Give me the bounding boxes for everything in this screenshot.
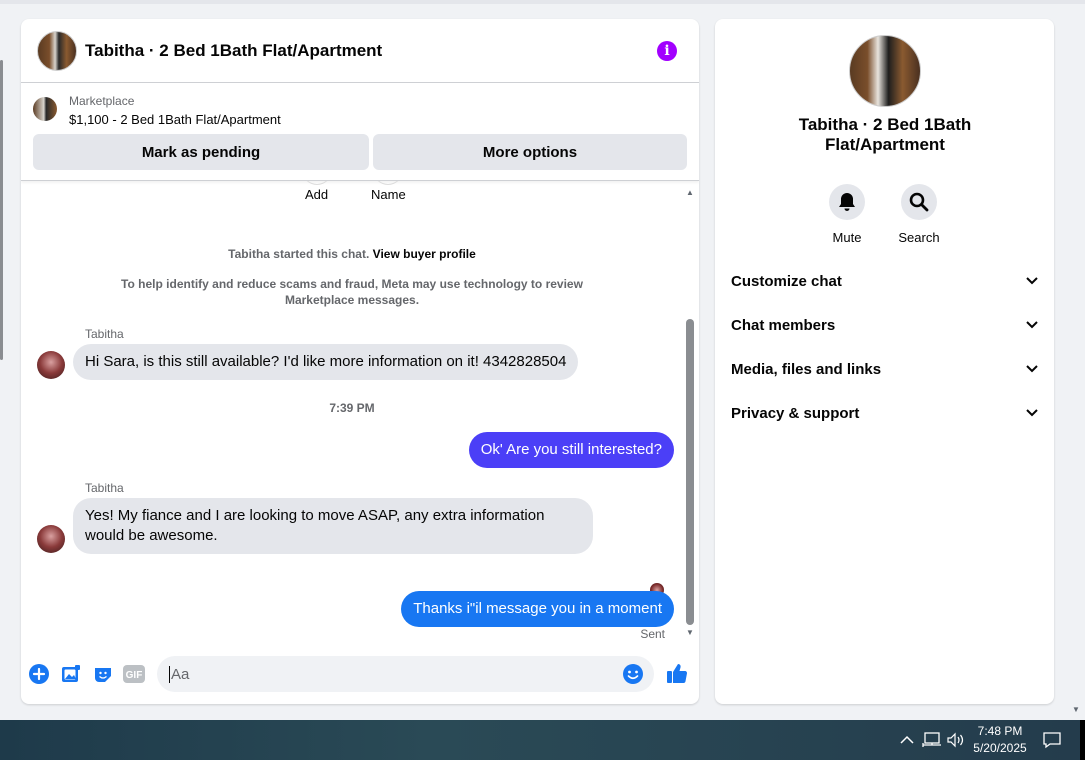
scroll-down-arrow-icon[interactable]: ▼ xyxy=(686,629,694,637)
sent-status: Sent xyxy=(640,627,665,641)
name-action-circle[interactable] xyxy=(373,181,403,185)
notifications-icon[interactable] xyxy=(1042,720,1062,760)
listing-avatar[interactable] xyxy=(37,30,77,71)
section-label: Privacy & support xyxy=(731,404,860,422)
incoming-message[interactable]: Yes! My fiance and I are looking to move… xyxy=(73,498,593,554)
thumbs-up-icon[interactable] xyxy=(665,661,689,685)
add-action-label[interactable]: Add xyxy=(305,187,328,202)
message-input[interactable]: Aa xyxy=(157,656,654,692)
search-icon[interactable] xyxy=(901,184,937,220)
chat-title[interactable]: Tabitha · 2 Bed 1Bath Flat/Apartment xyxy=(85,41,382,61)
window-top-edge xyxy=(0,0,1085,4)
outgoing-message[interactable]: Ok' Are you still interested? xyxy=(468,432,674,468)
message-input-placeholder: Aa xyxy=(171,665,190,683)
listing-title[interactable]: $1,100 - 2 Bed 1Bath Flat/Apartment xyxy=(69,112,281,127)
media-files-links-section[interactable]: Media, files and links xyxy=(731,357,1038,381)
mark-as-pending-button[interactable]: Mark as pending xyxy=(33,134,369,170)
chat-header: Tabitha · 2 Bed 1Bath Flat/Apartment i xyxy=(21,19,699,83)
customize-chat-section[interactable]: Customize chat xyxy=(731,269,1038,293)
incoming-message[interactable]: Hi Sara, is this still available? I'd li… xyxy=(73,344,579,380)
gif-icon[interactable]: GIF xyxy=(123,663,145,685)
mute-button[interactable]: Mute xyxy=(817,184,877,245)
sender-name: Tabitha xyxy=(85,327,124,341)
chevron-down-icon xyxy=(1026,277,1038,285)
volume-icon[interactable] xyxy=(946,720,966,760)
add-action-circle[interactable] xyxy=(302,181,332,185)
info-icon[interactable]: i xyxy=(657,41,677,61)
outgoing-message[interactable]: Thanks i"il message you in a moment xyxy=(401,591,674,627)
show-desktop-button[interactable] xyxy=(1080,720,1085,760)
mute-label: Mute xyxy=(832,230,862,245)
search-button[interactable]: Search xyxy=(889,184,949,245)
chat-members-section[interactable]: Chat members xyxy=(731,313,1038,337)
windows-taskbar: 7:48 PM 5/20/2025 xyxy=(0,720,1085,760)
message-timestamp: 7:39 PM xyxy=(329,401,375,415)
emoji-icon[interactable] xyxy=(622,663,644,685)
network-icon[interactable] xyxy=(922,720,942,760)
clock-date: 5/20/2025 xyxy=(973,741,1027,755)
panel-listing-avatar[interactable] xyxy=(849,35,921,107)
photo-icon[interactable] xyxy=(60,663,82,685)
clock-time: 7:48 PM xyxy=(977,724,1023,738)
marketplace-bar: Marketplace $1,100 - 2 Bed 1Bath Flat/Ap… xyxy=(21,83,699,181)
bell-icon[interactable] xyxy=(829,184,865,220)
scam-notice: To help identify and reduce scams and fr… xyxy=(121,277,583,307)
gif-label: GIF xyxy=(126,670,143,681)
section-label: Media, files and links xyxy=(731,360,882,378)
name-action-label[interactable]: Name xyxy=(371,187,406,202)
panel-title: Tabitha · 2 Bed 1Bath Flat/Apartment xyxy=(798,115,972,154)
search-label: Search xyxy=(898,230,940,245)
chat-started-text: Tabitha started this chat. xyxy=(228,247,370,261)
sender-name: Tabitha xyxy=(85,481,124,495)
sender-avatar[interactable] xyxy=(37,351,65,379)
marketplace-label: Marketplace xyxy=(69,94,135,108)
chat-info-panel: Tabitha · 2 Bed 1Bath Flat/Apartment Mut… xyxy=(715,19,1054,704)
chevron-down-icon xyxy=(1026,365,1038,373)
left-scrollbar[interactable] xyxy=(0,60,3,360)
message-scrollbar[interactable]: ▲ ▼ xyxy=(686,189,694,637)
taskbar-clock[interactable]: 7:48 PM 5/20/2025 xyxy=(970,723,1030,757)
marketplace-listing-thumbnail[interactable] xyxy=(33,97,57,121)
page-scroll-down-arrow-icon[interactable]: ▼ xyxy=(1072,705,1080,714)
message-list: Add Name Tabitha started this chat. View… xyxy=(21,181,699,645)
chevron-down-icon xyxy=(1026,321,1038,329)
scroll-up-arrow-icon[interactable]: ▲ xyxy=(686,189,694,197)
chat-window: Tabitha · 2 Bed 1Bath Flat/Apartment i M… xyxy=(21,19,699,704)
tray-chevron-up-icon[interactable] xyxy=(900,720,914,760)
privacy-support-section[interactable]: Privacy & support xyxy=(731,401,1038,425)
sender-avatar[interactable] xyxy=(37,525,65,553)
message-composer: GIF Aa xyxy=(21,649,699,699)
sticker-icon[interactable] xyxy=(92,663,114,685)
plus-icon[interactable] xyxy=(28,663,50,685)
more-options-button[interactable]: More options xyxy=(373,134,687,170)
chevron-down-icon xyxy=(1026,409,1038,417)
view-buyer-profile-link[interactable]: View buyer profile xyxy=(373,247,476,261)
text-caret xyxy=(169,665,170,683)
section-label: Customize chat xyxy=(731,272,842,290)
scroll-thumb[interactable] xyxy=(686,319,694,625)
section-label: Chat members xyxy=(731,316,836,334)
chat-started-notice: Tabitha started this chat. View buyer pr… xyxy=(21,247,683,261)
